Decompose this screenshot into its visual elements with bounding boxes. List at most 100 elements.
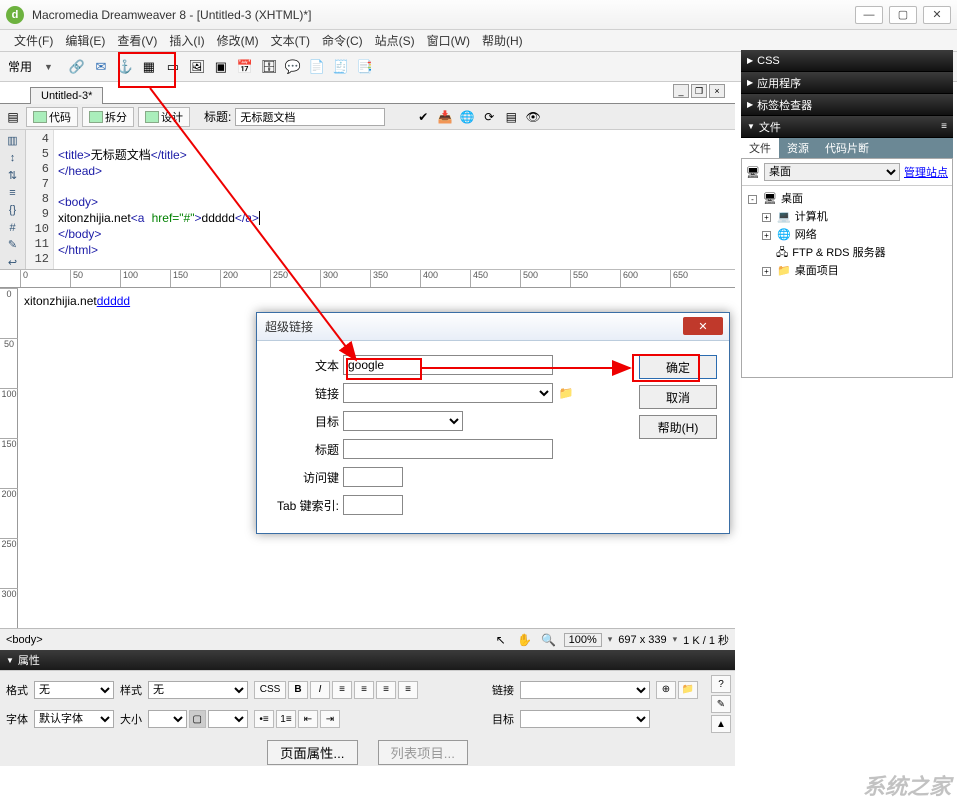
doc-title-input[interactable] (235, 108, 385, 126)
zoom-caret-icon[interactable]: ▾ (608, 634, 613, 645)
page-properties-button[interactable]: 页面属性... (267, 740, 357, 765)
prop-size-unit-select[interactable] (208, 710, 248, 728)
dialog-close-button[interactable]: ✕ (683, 317, 723, 335)
zoom-tool-icon[interactable]: 🔍 (540, 631, 558, 649)
wrap-icon[interactable]: ↩ (4, 256, 22, 269)
dlg-text-input[interactable] (343, 355, 553, 375)
document-tab[interactable]: Untitled-3* (30, 87, 103, 104)
prop-size-select[interactable] (148, 710, 187, 728)
tree-ftp[interactable]: FTP & RDS 服务器 (792, 244, 885, 262)
prop-style-select[interactable]: 无 (148, 681, 248, 699)
close-button[interactable]: ✕ (923, 6, 951, 24)
code-editor[interactable]: <title>无标题文档</title> </head> <body> xito… (54, 130, 735, 269)
browse-folder-icon[interactable]: 📁 (557, 384, 575, 402)
dialog-title-bar[interactable]: 超级链接 ✕ (257, 313, 729, 341)
tag-selector[interactable]: <body> (6, 634, 43, 646)
view-options-icon[interactable]: ▤ (502, 108, 520, 126)
head-icon[interactable]: 📄 (307, 57, 327, 77)
tree-network[interactable]: 网络 (795, 226, 817, 244)
named-anchor-icon[interactable]: ⚓ (115, 57, 135, 77)
indent-button[interactable]: ⇥ (320, 710, 340, 728)
browse-folder-icon[interactable]: 📁 (678, 681, 698, 699)
comment-icon[interactable]: 💬 (283, 57, 303, 77)
doc-restore-button[interactable]: ❐ (691, 84, 707, 98)
tree-expand-icon[interactable]: + (762, 231, 771, 240)
outdent-button[interactable]: ⇤ (298, 710, 318, 728)
zoom-level[interactable]: 100% (564, 633, 602, 647)
css-button[interactable]: CSS (254, 681, 286, 699)
ol-button[interactable]: 1≡ (276, 710, 296, 728)
table-icon[interactable]: ▦ (139, 57, 159, 77)
align-justify-button[interactable]: ≡ (398, 681, 418, 699)
application-panel-header[interactable]: 应用程序 (741, 72, 953, 94)
menu-view[interactable]: 查看(V) (113, 30, 161, 51)
dlg-target-select[interactable] (343, 411, 463, 431)
image-icon[interactable]: 🖼 (187, 57, 207, 77)
insert-category[interactable]: 常用 (8, 58, 32, 75)
dlg-ok-button[interactable]: 确定 (639, 355, 717, 379)
select-tool-icon[interactable]: ↖ (492, 631, 510, 649)
files-panel-header[interactable]: 文件≡ (741, 116, 953, 138)
preview-icon[interactable]: 🌐 (458, 108, 476, 126)
prop-target-select[interactable] (520, 710, 650, 728)
email-link-icon[interactable]: ✉ (91, 57, 111, 77)
doc-minimize-button[interactable]: _ (673, 84, 689, 98)
menu-text[interactable]: 文本(T) (267, 30, 314, 51)
color-swatch-icon[interactable]: ▢ (189, 710, 206, 728)
panel-menu-icon[interactable]: ≡ (941, 121, 947, 132)
italic-button[interactable]: I (310, 681, 330, 699)
list-item-button[interactable]: 列表项目... (378, 740, 468, 765)
doc-options-icon[interactable]: ▤ (4, 108, 22, 126)
dropdown-caret-icon[interactable]: ▼ (44, 62, 53, 72)
minimize-button[interactable]: — (855, 6, 883, 24)
media-icon[interactable]: ▣ (211, 57, 231, 77)
balance-braces-icon[interactable]: {} (4, 204, 22, 217)
menu-window[interactable]: 窗口(W) (423, 30, 474, 51)
file-mgmt-icon[interactable]: 📥 (436, 108, 454, 126)
expand-icon[interactable]: ⇅ (4, 169, 22, 182)
menu-modify[interactable]: 修改(M) (213, 30, 263, 51)
site-selector[interactable]: 桌面 (764, 163, 900, 181)
div-icon[interactable]: ▭ (163, 57, 183, 77)
dlg-cancel-button[interactable]: 取消 (639, 385, 717, 409)
dlg-title-input[interactable] (343, 439, 553, 459)
menu-site[interactable]: 站点(S) (371, 30, 419, 51)
file-tree[interactable]: -🖥桌面 +💻计算机 +🌐网络 🖧FTP & RDS 服务器 +📁桌面项目 (742, 186, 952, 284)
split-view-button[interactable]: 拆分 (82, 107, 134, 127)
line-numbers-icon[interactable]: # (4, 221, 22, 234)
code-view-button[interactable]: 代码 (26, 107, 78, 127)
hand-tool-icon[interactable]: ✋ (516, 631, 534, 649)
help-icon[interactable]: ? (711, 675, 731, 693)
menu-file[interactable]: 文件(F) (10, 30, 57, 51)
prop-font-select[interactable]: 默认字体 (34, 710, 114, 728)
manage-sites-link[interactable]: 管理站点 (904, 164, 948, 180)
bold-button[interactable]: B (288, 681, 308, 699)
dlg-help-button[interactable]: 帮助(H) (639, 415, 717, 439)
collapse-icon[interactable]: ↕ (4, 151, 22, 164)
tree-root[interactable]: 桌面 (781, 190, 803, 208)
select-parent-icon[interactable]: ≡ (4, 186, 22, 199)
point-to-file-icon[interactable]: ⊕ (656, 681, 676, 699)
align-left-button[interactable]: ≡ (332, 681, 352, 699)
visual-aids-icon[interactable]: 👁 (524, 108, 542, 126)
design-hyperlink[interactable]: ddddd (97, 294, 130, 308)
date-icon[interactable]: 📅 (235, 57, 255, 77)
tree-computer[interactable]: 计算机 (795, 208, 828, 226)
tab-snippets[interactable]: 代码片断 (817, 138, 877, 158)
align-center-button[interactable]: ≡ (354, 681, 374, 699)
prop-link-select[interactable] (520, 681, 650, 699)
doc-close-button[interactable]: × (709, 84, 725, 98)
tree-collapse-icon[interactable]: - (748, 195, 757, 204)
tab-assets[interactable]: 资源 (779, 138, 817, 158)
prop-format-select[interactable]: 无 (34, 681, 114, 699)
validate-icon[interactable]: ✔ (414, 108, 432, 126)
menu-help[interactable]: 帮助(H) (478, 30, 527, 51)
open-docs-icon[interactable]: ▥ (4, 134, 22, 147)
expand-panel-icon[interactable]: ▲ (711, 715, 731, 733)
tree-desktop-items[interactable]: 桌面项目 (795, 262, 839, 280)
ul-button[interactable]: •≡ (254, 710, 274, 728)
design-view-button[interactable]: 设计 (138, 107, 190, 127)
highlight-icon[interactable]: ✎ (4, 238, 22, 251)
templates-icon[interactable]: 📑 (355, 57, 375, 77)
properties-panel-header[interactable]: 属性 (0, 650, 735, 670)
